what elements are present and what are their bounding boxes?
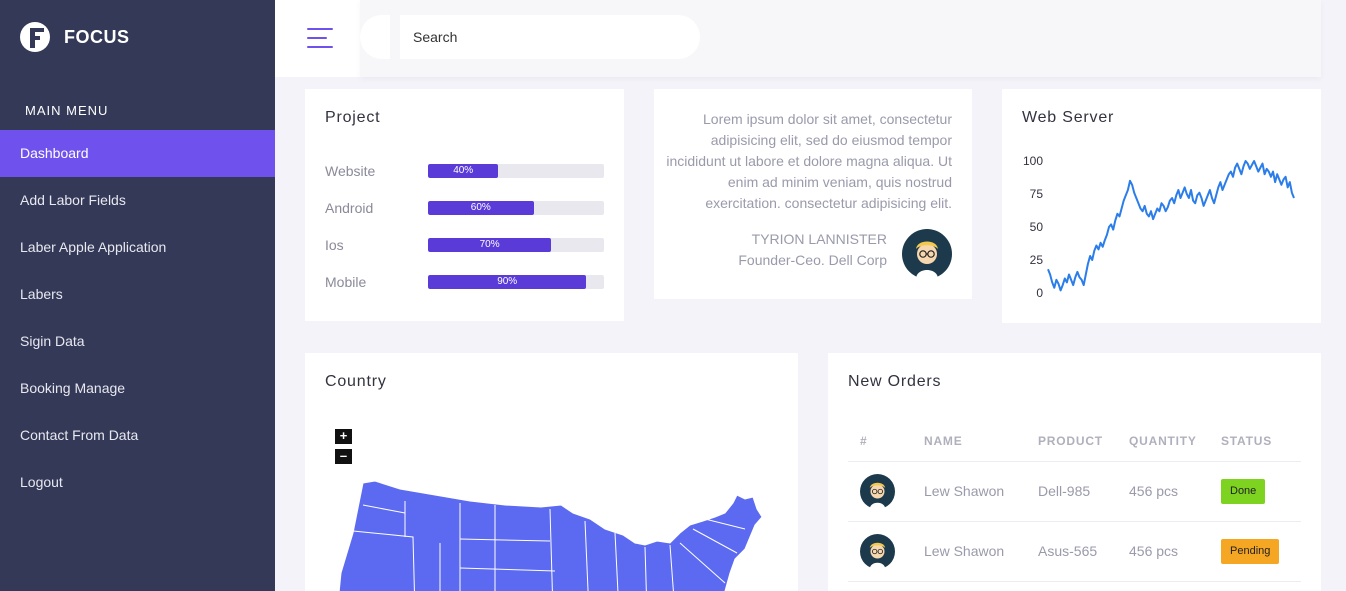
menu-item-laber-apple-application[interactable]: Laber Apple Application bbox=[0, 224, 275, 271]
menu-item-dashboard[interactable]: Dashboard bbox=[0, 130, 275, 177]
menu-item-logout[interactable]: Logout bbox=[0, 459, 275, 506]
main-menu-heading: MAIN MENU bbox=[25, 103, 109, 118]
status-badge: Done bbox=[1221, 478, 1266, 504]
project-title: Project bbox=[325, 109, 381, 126]
y-tick-label: 100 bbox=[1023, 154, 1043, 168]
progress-fill: 60% bbox=[428, 201, 534, 215]
progress-track: 40% bbox=[428, 164, 604, 178]
search-button[interactable] bbox=[360, 15, 390, 59]
menu-item-booking-manage[interactable]: Booking Manage bbox=[0, 365, 275, 412]
testimonial-author-role: Founder-Ceo. Dell Corp bbox=[738, 252, 887, 268]
avatar bbox=[902, 229, 952, 279]
table-row[interactable]: Lew Shawon Dell-985 456 pcs Done bbox=[848, 461, 1301, 522]
y-tick-label: 75 bbox=[1030, 187, 1044, 201]
status-badge: Pending bbox=[1221, 538, 1280, 564]
testimonial-author-name: TYRION LANNISTER bbox=[751, 231, 887, 247]
new-orders-title: New Orders bbox=[848, 373, 942, 390]
avatar bbox=[860, 533, 895, 569]
progress-track: 90% bbox=[428, 275, 604, 289]
order-quantity: 456 pcs bbox=[1117, 461, 1209, 522]
order-product: Asus-565 bbox=[1026, 521, 1117, 582]
menu-item-labers[interactable]: Labers bbox=[0, 271, 275, 318]
web-server-line-chart: 100 75 50 25 0 bbox=[1023, 154, 1295, 300]
progress-mobile: Mobile 90% bbox=[325, 274, 605, 290]
brand-name: FOCUS bbox=[64, 26, 130, 47]
progress-track: 60% bbox=[428, 201, 604, 215]
order-quantity: 456 pcs bbox=[1117, 521, 1209, 582]
avatar bbox=[860, 473, 895, 509]
project-card: Project Website 40% Android 60% Ios 70% … bbox=[305, 89, 624, 321]
progress-label: Android bbox=[325, 200, 374, 216]
progress-label: Mobile bbox=[325, 274, 367, 290]
table-header-row: # NAME PRODUCT QUANTITY STATUS bbox=[848, 421, 1301, 462]
menu-item-sigin-data[interactable]: Sigin Data bbox=[0, 318, 275, 365]
country-card: Country + – bbox=[305, 353, 798, 591]
progress-fill: 90% bbox=[428, 275, 587, 289]
search-input[interactable] bbox=[400, 15, 700, 59]
order-product: Dell-985 bbox=[1026, 461, 1117, 522]
progress-fill: 70% bbox=[428, 238, 552, 252]
y-tick-label: 25 bbox=[1030, 253, 1044, 267]
focus-logo-icon bbox=[20, 22, 50, 52]
web-server-card: Web Server 100 75 50 25 0 bbox=[1002, 89, 1321, 323]
table-row[interactable]: Lew Shawon Asus-565 456 pcs Pending bbox=[848, 521, 1301, 582]
progress-website: Website 40% bbox=[325, 163, 605, 179]
top-header bbox=[360, 0, 1321, 77]
testimonial-text: Lorem ipsum dolor sit amet, consectetur … bbox=[666, 111, 952, 211]
column-header: # bbox=[848, 421, 912, 462]
testimonial-card: Lorem ipsum dolor sit amet, consectetur … bbox=[654, 89, 972, 299]
new-orders-card: New Orders # NAME PRODUCT QUANTITY STATU… bbox=[828, 353, 1321, 591]
usa-map[interactable] bbox=[305, 353, 798, 591]
main-menu: Dashboard Add Labor Fields Laber Apple A… bbox=[0, 130, 275, 506]
menu-item-contact-from-data[interactable]: Contact From Data bbox=[0, 412, 275, 459]
series-line bbox=[1047, 160, 1295, 292]
logo[interactable]: FOCUS bbox=[20, 22, 130, 52]
progress-track: 70% bbox=[428, 238, 604, 252]
column-header: QUANTITY bbox=[1117, 421, 1209, 462]
progress-label: Ios bbox=[325, 237, 344, 253]
progress-fill: 40% bbox=[428, 164, 499, 178]
order-name: Lew Shawon bbox=[912, 461, 1026, 522]
header-toggle-area bbox=[275, 0, 360, 77]
progress-label: Website bbox=[325, 163, 376, 179]
progress-ios: Ios 70% bbox=[325, 237, 605, 253]
y-tick-label: 50 bbox=[1030, 220, 1044, 234]
order-name: Lew Shawon bbox=[912, 521, 1026, 582]
sidebar: FOCUS MAIN MENU Dashboard Add Labor Fiel… bbox=[0, 0, 275, 591]
column-header: PRODUCT bbox=[1026, 421, 1117, 462]
progress-android: Android 60% bbox=[325, 200, 605, 216]
menu-toggle-icon[interactable] bbox=[307, 28, 333, 48]
column-header: STATUS bbox=[1209, 421, 1301, 462]
column-header: NAME bbox=[912, 421, 1026, 462]
orders-table: # NAME PRODUCT QUANTITY STATUS Lew Shawo… bbox=[848, 421, 1301, 582]
menu-item-add-labor-fields[interactable]: Add Labor Fields bbox=[0, 177, 275, 224]
y-tick-label: 0 bbox=[1036, 286, 1043, 300]
